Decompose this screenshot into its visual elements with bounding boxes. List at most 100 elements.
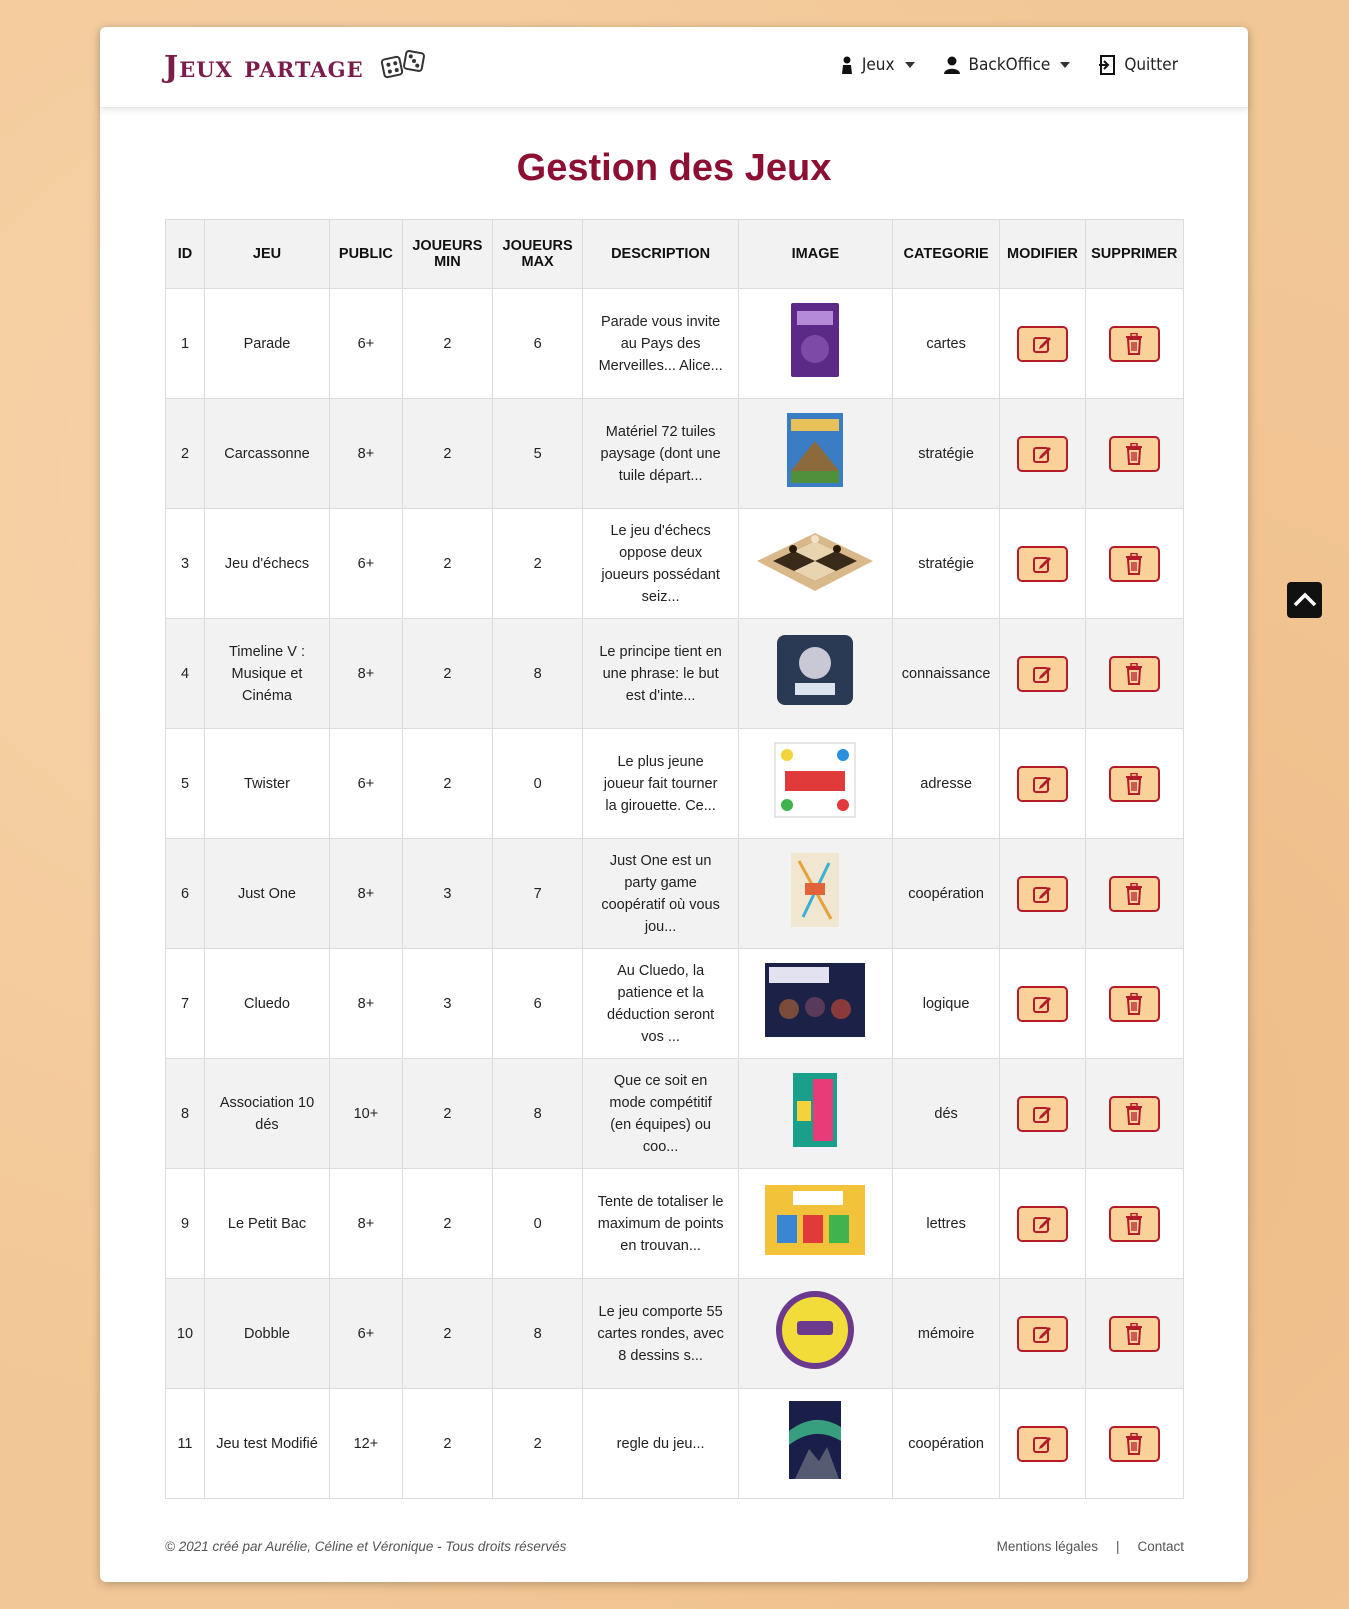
trash-icon — [1126, 772, 1143, 795]
cell-categorie: coopération — [891, 838, 1001, 949]
edit-icon — [1033, 1326, 1052, 1343]
cell-jeu: Le Petit Bac — [203, 1168, 331, 1279]
delete-button[interactable] — [1108, 325, 1160, 362]
delete-button[interactable] — [1108, 875, 1160, 912]
table-row: 5 Twister 6+ 2 0 Le plus jeune joueur fait to… — [165, 728, 1184, 839]
cell-description: Le jeu d'échecs oppose deux joueurs poss… — [582, 508, 740, 619]
cell-image — [738, 398, 893, 509]
cell-modifier — [999, 618, 1086, 729]
cell-description: Que ce soit en mode compétitif (en équip… — [582, 1058, 740, 1169]
edit-icon — [1033, 776, 1052, 793]
delete-button[interactable] — [1108, 1205, 1160, 1242]
game-thumbnail-image — [791, 1071, 839, 1156]
cell-image — [738, 1168, 893, 1279]
delete-button[interactable] — [1108, 545, 1160, 582]
cell-modifier — [999, 1058, 1086, 1169]
cell-categorie: stratégie — [891, 508, 1001, 619]
delete-button[interactable] — [1108, 1425, 1160, 1462]
delete-button[interactable] — [1108, 985, 1160, 1022]
cell-modifier — [999, 948, 1086, 1059]
cell-jeu: Timeline V : Musique et Cinéma — [203, 618, 331, 729]
cell-joueurs-min: 2 — [401, 618, 494, 729]
trash-icon — [1126, 552, 1143, 575]
header-image: IMAGE — [738, 219, 893, 289]
page-title: Gestion des Jeux — [516, 147, 832, 189]
delete-button[interactable] — [1108, 1095, 1160, 1132]
table-row: 6 Just One 8+ 3 7 Just One est un party game … — [165, 838, 1184, 949]
nav-quitter-link[interactable]: Quitter — [1098, 55, 1178, 75]
edit-button[interactable] — [1016, 985, 1068, 1022]
cell-joueurs-min: 2 — [401, 1168, 494, 1279]
cell-joueurs-min: 2 — [401, 1388, 494, 1499]
edit-icon — [1033, 446, 1052, 463]
edit-button[interactable] — [1016, 325, 1068, 362]
cell-jeu: Parade — [203, 288, 331, 399]
edit-button[interactable] — [1016, 1205, 1068, 1242]
cell-modifier — [999, 1388, 1086, 1499]
edit-button[interactable] — [1016, 875, 1068, 912]
cell-supprimer — [1084, 508, 1184, 619]
cell-supprimer — [1084, 1388, 1184, 1499]
cell-image — [738, 838, 893, 949]
edit-button[interactable] — [1016, 545, 1068, 582]
cell-description: Le plus jeune joueur fait tourner la gir… — [582, 728, 740, 839]
cell-description: Au Cluedo, la patience et la déduction s… — [582, 948, 740, 1059]
cell-image — [738, 288, 893, 399]
table-row: 7 Cluedo 8+ 3 6 Au Cluedo, la patience et la … — [165, 948, 1184, 1059]
nav-quitter-label: Quitter — [1124, 55, 1178, 75]
brand-logo[interactable]: Jeux partage — [164, 45, 426, 89]
contact-link[interactable]: Contact — [1137, 1539, 1184, 1554]
cell-categorie: adresse — [891, 728, 1001, 839]
cell-joueurs-max: 2 — [491, 1388, 584, 1499]
trash-icon — [1126, 1432, 1143, 1455]
delete-button[interactable] — [1108, 765, 1160, 802]
cell-joueurs-max: 0 — [491, 728, 584, 839]
delete-button[interactable] — [1108, 655, 1160, 692]
cell-id: 11 — [165, 1388, 205, 1499]
edit-button[interactable] — [1016, 655, 1068, 692]
footer-links: Mentions légales | Contact — [997, 1539, 1184, 1554]
cell-joueurs-min: 3 — [401, 838, 494, 949]
cell-supprimer — [1084, 838, 1184, 949]
cell-modifier — [999, 508, 1086, 619]
edit-button[interactable] — [1016, 1095, 1068, 1132]
cell-joueurs-max: 7 — [491, 838, 584, 949]
cell-supprimer — [1084, 288, 1184, 399]
cell-public: 8+ — [329, 838, 403, 949]
footer-separator: | — [1115, 1539, 1120, 1554]
edit-button[interactable] — [1016, 435, 1068, 472]
cell-categorie: dés — [891, 1058, 1001, 1169]
nav-backoffice-dropdown[interactable]: BackOffice — [943, 55, 1071, 75]
edit-button[interactable] — [1016, 1315, 1068, 1352]
cell-public: 10+ — [329, 1058, 403, 1169]
edit-icon — [1033, 1106, 1052, 1123]
game-thumbnail-image — [789, 851, 841, 936]
table-row: 2 Carcassonne 8+ 2 5 Matériel 72 tuiles paysa… — [165, 398, 1184, 509]
cell-modifier — [999, 1168, 1086, 1279]
footer-copyright: © 2021 créé par Aurélie, Céline et Véron… — [165, 1539, 567, 1554]
cell-joueurs-max: 8 — [491, 1278, 584, 1389]
cell-modifier — [999, 838, 1086, 949]
cell-joueurs-max: 8 — [491, 618, 584, 729]
delete-button[interactable] — [1108, 1315, 1160, 1352]
cell-jeu: Carcassonne — [203, 398, 331, 509]
cell-id: 8 — [165, 1058, 205, 1169]
delete-button[interactable] — [1108, 435, 1160, 472]
cell-joueurs-max: 0 — [491, 1168, 584, 1279]
scroll-to-top-button[interactable] — [1287, 582, 1322, 618]
cell-modifier — [999, 398, 1086, 509]
cell-description: Matériel 72 tuiles paysage (dont une tui… — [582, 398, 740, 509]
trash-icon — [1126, 992, 1143, 1015]
game-thumbnail-image — [763, 961, 867, 1046]
edit-button[interactable] — [1016, 765, 1068, 802]
header-joueurs-max: JOUEURS MAX — [491, 219, 584, 289]
navbar: Jeux partage Jeux BackOffice Quitter — [100, 27, 1248, 108]
mentions-legales-link[interactable]: Mentions légales — [997, 1539, 1098, 1554]
table-header-row: ID JEU PUBLIC JOUEURS MIN JOUEURS MAX DE… — [165, 219, 1184, 289]
trash-icon — [1126, 442, 1143, 465]
cell-public: 8+ — [329, 398, 403, 509]
edit-button[interactable] — [1016, 1425, 1068, 1462]
cell-joueurs-max: 6 — [491, 948, 584, 1059]
header-supprimer: SUPPRIMER — [1084, 219, 1184, 289]
nav-jeux-dropdown[interactable]: Jeux — [840, 55, 915, 75]
